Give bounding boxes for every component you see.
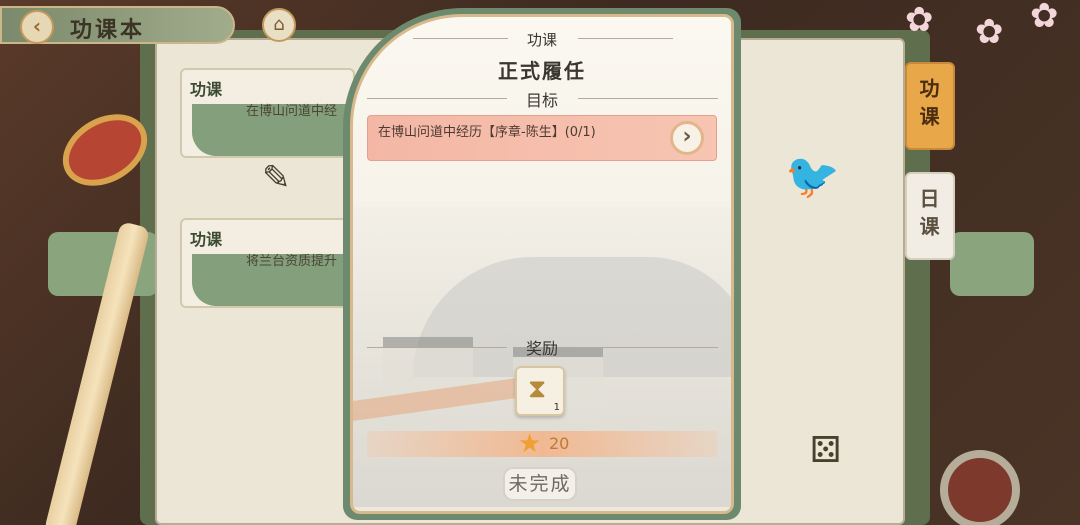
task-desc: 将兰台资质提升 (246, 254, 338, 269)
task-card[interactable]: 功课 在博山问道中经 (180, 68, 355, 158)
star-icon: ★ (518, 429, 542, 459)
task-detail-modal: 功课 正式履任 目标 在博山问道中经历【序章-陈生】(0/1) › 奖励 ⧗ 1… (350, 14, 734, 514)
page-title: 功课本 (70, 17, 146, 43)
home-button[interactable]: ⌂ (262, 8, 296, 42)
blossom-icon: ✿ (1030, 0, 1059, 36)
goal-section-label: 目标 (525, 91, 558, 110)
carrot-doodle-icon: ✎ (262, 158, 291, 198)
reward-section-label: 奖励 (525, 339, 558, 358)
blossom-icon: ✿ (975, 12, 1004, 52)
modal-title: 正式履任 (498, 59, 586, 83)
tab-gongke[interactable]: 功课 (905, 62, 955, 150)
task-tag: 功课 (190, 230, 223, 249)
home-icon: ⌂ (273, 14, 285, 35)
go-arrow-button[interactable]: › (670, 121, 704, 155)
blossom-icon: ✿ (905, 0, 934, 40)
go-arrow-icon: › (682, 124, 692, 149)
star-reward-bar: ★ 20 (367, 429, 717, 459)
dice-doodle-icon: ⚄ (810, 430, 842, 471)
star-reward-value: 20 (549, 434, 570, 453)
task-tag: 功课 (190, 80, 223, 99)
status-button[interactable]: 未完成 (503, 467, 577, 501)
bird-doodle-icon: 🐦 (785, 151, 840, 202)
hourglass-icon: ⧗ (528, 374, 547, 404)
modal-category: 功课 (526, 31, 557, 49)
tab-rike[interactable]: 日课 (905, 172, 955, 260)
back-button[interactable]: ‹ (20, 10, 54, 44)
task-desc: 在博山问道中经 (246, 104, 338, 119)
ring-decoration (940, 450, 1020, 525)
reward-count: 1 (553, 402, 560, 413)
back-arrow-icon: ‹ (32, 14, 42, 38)
goal-text: 在博山问道中经历【序章-陈生】(0/1) (378, 125, 596, 140)
notebook-tab-right (950, 232, 1034, 296)
task-card[interactable]: 功课 将兰台资质提升 (180, 218, 355, 308)
goal-row[interactable]: 在博山问道中经历【序章-陈生】(0/1) › (367, 115, 717, 161)
reward-item[interactable]: ⧗ 1 (515, 366, 565, 416)
